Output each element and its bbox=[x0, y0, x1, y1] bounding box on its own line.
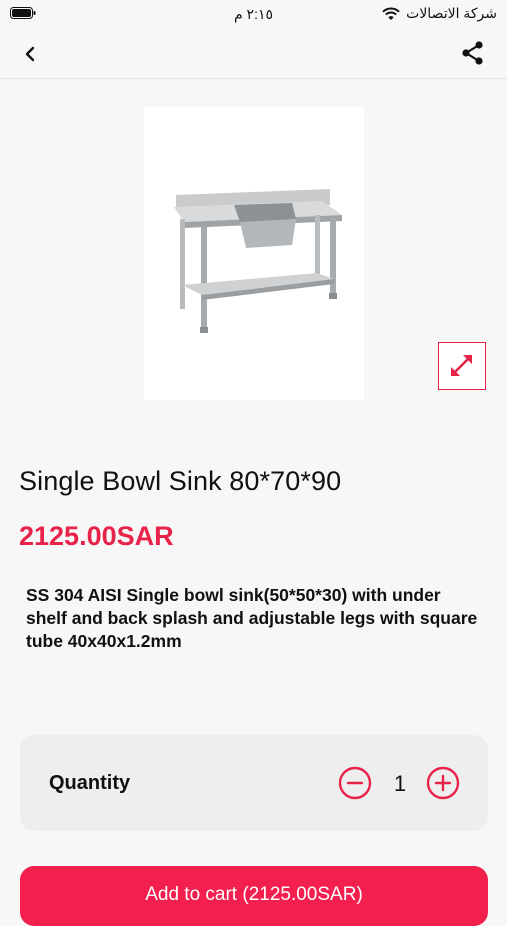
product-price: 2125.00SAR bbox=[19, 521, 174, 551]
minus-circle-icon[interactable] bbox=[338, 766, 372, 800]
app-bar bbox=[0, 28, 507, 79]
product-image[interactable] bbox=[144, 107, 364, 400]
quantity-value: 1 bbox=[393, 771, 407, 796]
status-carrier: شركة الاتصالات bbox=[382, 5, 497, 22]
quantity-card: Quantity 1 bbox=[20, 735, 488, 831]
share-icon[interactable] bbox=[459, 39, 487, 67]
expand-image-button[interactable] bbox=[438, 342, 486, 390]
carrier-name: شركة الاتصالات bbox=[406, 5, 497, 21]
product-description: SS 304 AISI Single bowl sink(50*50*30) w… bbox=[26, 585, 478, 651]
expand-arrows-icon bbox=[451, 355, 472, 376]
sink-illustration bbox=[174, 189, 342, 333]
product-title: Single Bowl Sink 80*70*90 bbox=[19, 466, 342, 496]
chevron-left-icon[interactable] bbox=[18, 41, 44, 67]
plus-circle-icon[interactable] bbox=[426, 766, 460, 800]
quantity-label: Quantity bbox=[49, 772, 131, 794]
status-bar: ٢:١٥ م شركة الاتصالات bbox=[0, 0, 507, 28]
wifi-icon bbox=[382, 7, 400, 20]
add-to-cart-button[interactable]: Add to cart (2125.00SAR) bbox=[20, 866, 488, 926]
